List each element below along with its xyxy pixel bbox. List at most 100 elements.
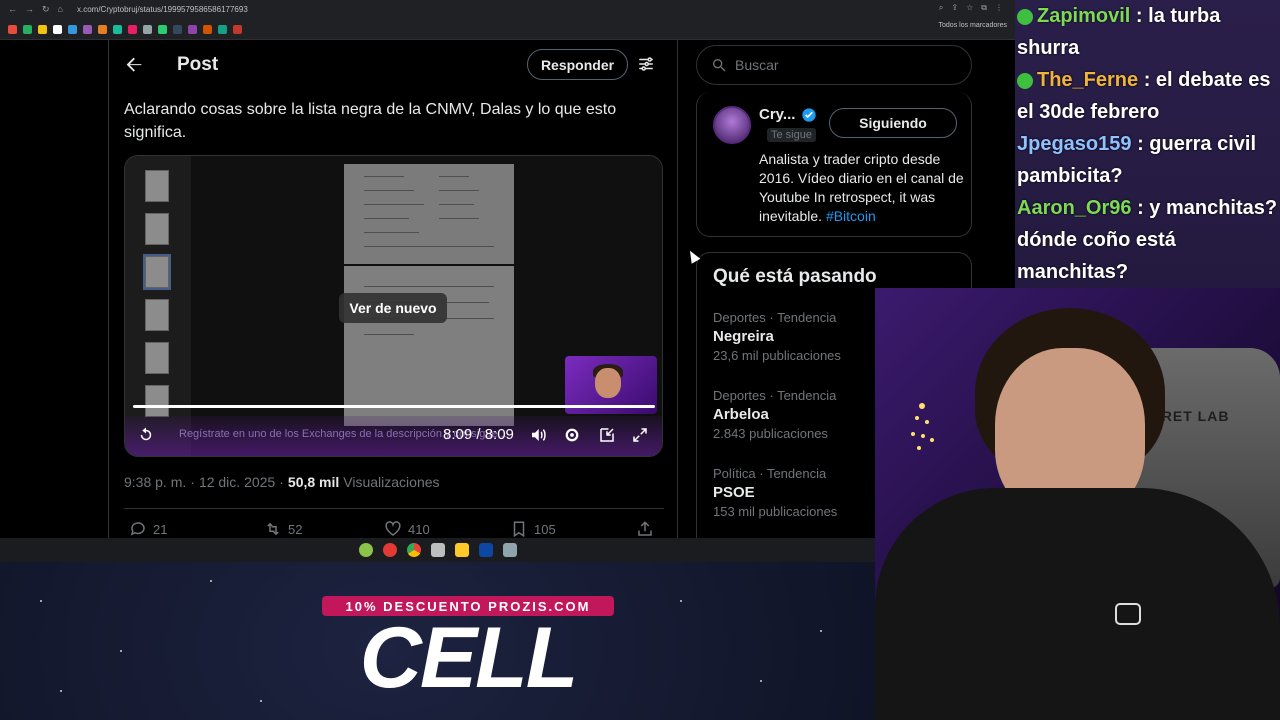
bookmark-icon[interactable] [128, 24, 137, 34]
bookmark-action[interactable]: 105 [510, 520, 556, 538]
search-input[interactable]: Buscar [696, 45, 972, 85]
bookmark-icon[interactable] [233, 24, 242, 34]
post-date[interactable]: 12 dic. 2025 [199, 474, 275, 490]
follows-you-badge: Te sigue [767, 128, 816, 142]
chat-message: Jpegaso159 : guerra civil pambicita? [1017, 128, 1278, 192]
zoom-icon[interactable]: ⌕ [939, 3, 943, 13]
bookmark-icon[interactable] [188, 24, 197, 34]
extensions-icon[interactable]: ⧉ [981, 3, 987, 13]
video-player[interactable]: Ver de nuevo Regístrate en uno de los Ex… [124, 155, 663, 457]
folder-icon[interactable] [454, 543, 469, 557]
following-button[interactable]: Siguiendo [829, 108, 957, 138]
reply-button[interactable]: Responder [527, 49, 628, 80]
video-progress-bar[interactable] [133, 405, 655, 408]
share-icon [638, 521, 652, 536]
video-controls: Regístrate en uno de los Exchanges de la… [125, 416, 662, 456]
divider [124, 508, 664, 509]
address-bar[interactable]: x.com/Cryptobruj/status/1999579586586177… [77, 5, 248, 14]
share-action[interactable] [636, 520, 654, 538]
bookmark-icon[interactable] [23, 24, 32, 34]
forward-nav-icon[interactable]: → [25, 4, 34, 14]
bookmark-icon[interactable] [218, 24, 227, 34]
meta-separator: · [190, 474, 195, 490]
app-icon[interactable] [430, 543, 445, 557]
post-column: Post Responder Aclarando cosas sobre la … [108, 40, 678, 540]
repost-action[interactable]: 52 [264, 520, 302, 538]
bookmark-icon[interactable] [173, 24, 182, 34]
views-label: Visualizaciones [343, 474, 440, 490]
views-count: 50,8 mil [287, 474, 340, 490]
bookmark-icon[interactable] [113, 24, 122, 34]
post-meta: 9:38 p. m. · 12 dic. 2025 · 50,8 mil Vis… [124, 474, 440, 490]
search-placeholder: Buscar [735, 57, 779, 73]
reply-count: 21 [153, 521, 168, 537]
comment-icon [130, 522, 145, 536]
photoshop-icon[interactable] [478, 543, 493, 557]
bookmark-icon[interactable] [8, 24, 17, 34]
promo-headline: CELL [359, 610, 579, 706]
app-icon[interactable] [382, 543, 397, 557]
back-arrow-icon[interactable] [123, 54, 145, 76]
taskbar [0, 538, 875, 562]
search-icon [713, 59, 726, 72]
meta-separator: · [279, 474, 284, 490]
filter-icon[interactable] [637, 55, 655, 73]
reply-action[interactable]: 21 [129, 520, 167, 538]
app-icon[interactable] [502, 543, 517, 557]
profile-bio: Analista y trader cripto desde 2016. Víd… [759, 150, 964, 226]
post-text: Aclarando cosas sobre la lista negra de … [124, 101, 617, 141]
repost-count: 52 [288, 521, 303, 537]
bookmark-icon[interactable] [158, 24, 167, 34]
settings-gear-icon[interactable] [563, 426, 581, 444]
repost-icon [267, 522, 279, 536]
streamer-body [875, 488, 1280, 720]
profile-card: Cry... Te sigue Siguiendo Analista y tra… [696, 92, 972, 237]
bookmarks-bar [8, 22, 242, 36]
chat-username: Aaron_Or96 [1017, 197, 1132, 219]
chat-message: Zapimovil : la turba shurra [1017, 0, 1278, 64]
bookmark-icon[interactable] [68, 24, 77, 34]
stream-chat: Zapimovil : la turba shurra The_Ferne : … [1015, 0, 1280, 290]
chat-username: The_Ferne [1037, 69, 1139, 91]
avatar[interactable] [713, 106, 751, 144]
fullscreen-icon[interactable] [631, 426, 649, 444]
reload-icon[interactable]: ↻ [42, 4, 50, 15]
bookmark-icon[interactable] [53, 24, 62, 34]
share-icon[interactable]: ⇪ [951, 3, 958, 13]
post-time[interactable]: 9:38 p. m. [124, 474, 186, 490]
star-icon[interactable]: ☆ [966, 3, 973, 13]
chrome-icon[interactable] [406, 543, 421, 557]
back-nav-icon[interactable]: ← [8, 4, 17, 14]
volume-icon[interactable] [529, 426, 547, 444]
heart-icon [385, 521, 401, 536]
minimize-player-icon[interactable] [598, 426, 616, 444]
trends-title: Qué está pasando [713, 266, 877, 287]
profile-name[interactable]: Cry... [759, 106, 795, 123]
hashtag-link[interactable]: #Bitcoin [826, 208, 876, 224]
bookmark-icon[interactable] [38, 24, 47, 34]
chat-username: Jpegaso159 [1017, 133, 1132, 155]
app-icon[interactable] [358, 543, 373, 557]
chat-badge-icon [1017, 72, 1033, 89]
bookmark-icon[interactable] [203, 24, 212, 34]
christmas-tree-lights [911, 403, 934, 450]
hoodie-logo-icon [1115, 603, 1141, 625]
replay-button[interactable]: Ver de nuevo [339, 293, 447, 323]
video-time: 8:09 / 8:09 [443, 426, 514, 443]
like-count: 410 [408, 521, 430, 537]
bookmark-count: 105 [534, 521, 556, 537]
chat-message: The_Ferne : el debate es el 30de febrero [1017, 64, 1278, 128]
bookmark-icon[interactable] [83, 24, 92, 34]
like-action[interactable]: 410 [384, 520, 430, 538]
browser-window: ← → ↻ ⌂ x.com/Cryptobruj/status/19995795… [0, 0, 1015, 560]
menu-icon[interactable]: ⋮ [995, 3, 1003, 13]
page-title: Post [177, 54, 219, 75]
webcam-feed: SECRET LAB [875, 288, 1280, 720]
chat-badge-icon [1017, 8, 1033, 25]
all-bookmarks-link[interactable]: Todos los marcadores [939, 22, 1007, 29]
chat-message: Aaron_Or96 : y manchitas? dónde coño est… [1017, 192, 1278, 288]
replay-icon[interactable] [137, 426, 155, 444]
bookmark-icon[interactable] [98, 24, 107, 34]
bookmark-icon[interactable] [143, 24, 152, 34]
home-icon[interactable]: ⌂ [58, 4, 63, 14]
